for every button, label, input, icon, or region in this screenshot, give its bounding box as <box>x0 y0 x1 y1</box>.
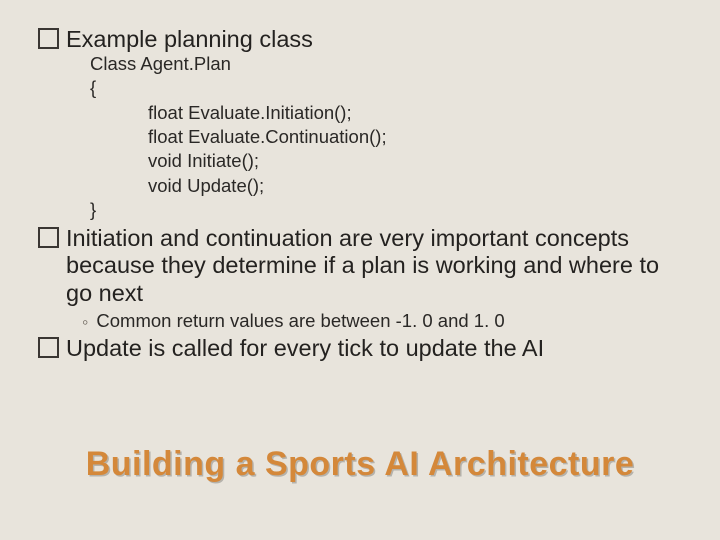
code-line: } <box>90 198 684 222</box>
code-line: { <box>90 76 684 100</box>
square-bullet-icon <box>38 337 59 358</box>
slide: Example planning class Class Agent.Plan … <box>0 0 720 540</box>
sub-bullet-return-values: ◦ Common return values are between -1. 0… <box>82 309 684 334</box>
bullet-text: Update is called for every tick to updat… <box>66 335 544 363</box>
bullet-initiation-continuation: Initiation and continuation are very imp… <box>38 225 684 308</box>
bullet-text: Initiation and continuation are very imp… <box>66 225 684 308</box>
code-line: float Evaluate.Continuation(); <box>90 125 684 149</box>
slide-title-container: Building a Sports AI Architecture <box>0 445 720 484</box>
bullet-text: Example planning class <box>66 26 313 54</box>
code-line: void Update(); <box>90 174 684 198</box>
code-line: void Initiate(); <box>90 149 684 173</box>
bullet-example-planning-class: Example planning class <box>38 26 684 54</box>
square-bullet-icon <box>38 28 59 49</box>
code-line: float Evaluate.Initiation(); <box>90 101 684 125</box>
code-block: Class Agent.Plan { float Evaluate.Initia… <box>90 52 684 223</box>
sub-bullet-text: Common return values are between -1. 0 a… <box>96 309 504 333</box>
slide-title: Building a Sports AI Architecture <box>0 445 720 484</box>
bullet-update-tick: Update is called for every tick to updat… <box>38 335 684 363</box>
square-bullet-icon <box>38 227 59 248</box>
circle-bullet-icon: ◦ <box>82 311 88 334</box>
code-line: Class Agent.Plan <box>90 52 684 76</box>
